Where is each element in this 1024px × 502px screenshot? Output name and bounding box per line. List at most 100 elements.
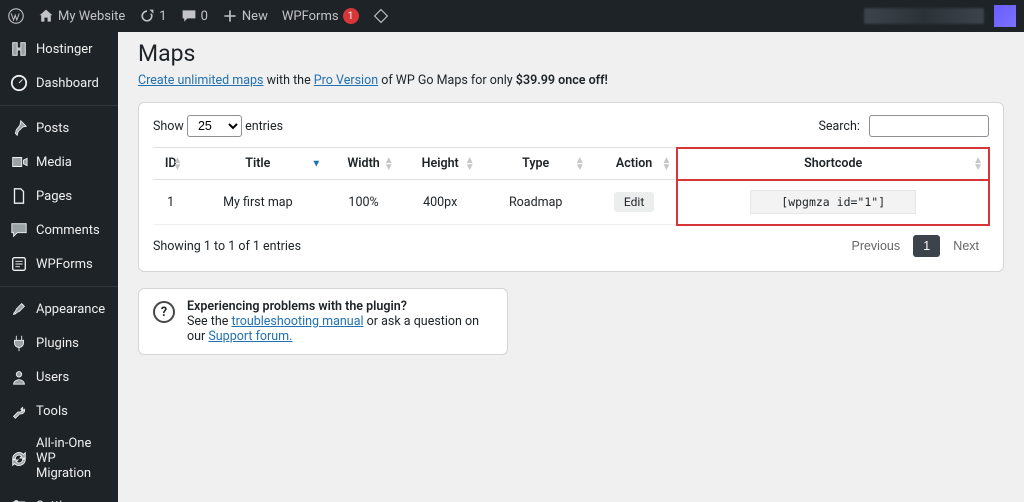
sidebar-item-label: Appearance <box>36 302 105 317</box>
migrate-icon <box>10 450 28 468</box>
search-control: Search: <box>818 115 989 137</box>
col-title[interactable]: Title▼ <box>188 148 327 180</box>
sidebar-item-hostinger[interactable]: Hostinger <box>0 32 118 66</box>
page-title: Maps <box>138 40 1004 67</box>
sliders-icon <box>10 497 28 502</box>
sidebar-item-label: Media <box>36 155 72 170</box>
sidebar-item-label: Users <box>36 370 69 385</box>
sidebar-item-media[interactable]: Media <box>0 145 118 179</box>
entries-per-page-select[interactable]: 102550100 <box>187 115 242 137</box>
col-id[interactable]: ID▲▼ <box>153 148 188 180</box>
comments-menu[interactable]: 0 <box>181 8 208 24</box>
cell-action: Edit <box>591 180 678 225</box>
new-label: New <box>242 9 268 24</box>
col-type[interactable]: Type▲▼ <box>481 148 591 180</box>
sidebar-item-label: Comments <box>36 223 100 238</box>
cell-id: 1 <box>153 180 188 225</box>
pin-icon <box>10 119 28 137</box>
help-support-forum-link[interactable]: Support forum. <box>208 329 292 344</box>
visit-site[interactable]: My Website <box>38 8 125 24</box>
sidebar-item-settings[interactable]: Settings <box>0 489 118 502</box>
question-icon: ? <box>153 301 175 323</box>
cell-title: My first map <box>188 180 327 225</box>
user-icon <box>10 368 28 386</box>
user-display-name <box>864 8 984 24</box>
wpforms-diamond[interactable] <box>373 8 389 24</box>
col-action[interactable]: Action▲▼ <box>591 148 678 180</box>
pager-page-1-button[interactable]: 1 <box>913 235 940 257</box>
comments-count: 0 <box>201 9 208 24</box>
sidebar-item-label: Dashboard <box>36 76 99 91</box>
plus-icon <box>222 8 238 24</box>
search-input[interactable] <box>869 115 989 137</box>
sidebar-item-posts[interactable]: Posts <box>0 111 118 145</box>
updates-count: 1 <box>159 9 166 24</box>
sidebar-item-label: Settings <box>36 499 83 502</box>
plug-icon <box>10 334 28 352</box>
admin-bar: My Website 1 0 New WPForms 1 <box>0 0 1024 32</box>
new-content-menu[interactable]: New <box>222 8 268 24</box>
sidebar-item-label: All-in-One WP Migration <box>36 436 108 481</box>
comment-icon <box>10 221 28 239</box>
sidebar-item-label: Hostinger <box>36 42 93 57</box>
sidebar-item-appearance[interactable]: Appearance <box>0 292 118 326</box>
sidebar-item-pages[interactable]: Pages <box>0 179 118 213</box>
table-info: Showing 1 to 1 of 1 entries <box>153 239 301 254</box>
dashboard-icon <box>10 74 28 92</box>
menu-separator <box>0 105 118 106</box>
wpforms-menu[interactable]: WPForms 1 <box>282 8 359 24</box>
cell-width: 100% <box>327 180 399 225</box>
menu-separator <box>0 286 118 287</box>
sidebar-item-label: Posts <box>36 121 69 136</box>
sidebar-item-dashboard[interactable]: Dashboard <box>0 66 118 100</box>
wrench-icon <box>10 402 28 420</box>
sidebar-item-comments[interactable]: Comments <box>0 213 118 247</box>
update-icon <box>139 8 155 24</box>
help-troubleshooting-link[interactable]: troubleshooting manual <box>231 314 363 329</box>
wpforms-label: WPForms <box>282 9 339 24</box>
sidebar-item-tools[interactable]: Tools <box>0 394 118 428</box>
sidebar-item-wpforms[interactable]: WPForms <box>0 247 118 281</box>
table-header-row: ID▲▼ Title▼ Width▲▼ Height▲▼ Type▲▼ Acti… <box>153 148 989 180</box>
promo-line: Create unlimited maps with the Pro Versi… <box>138 73 1004 88</box>
updates-menu[interactable]: 1 <box>139 8 166 24</box>
wordpress-icon <box>8 8 24 24</box>
edit-button[interactable]: Edit <box>614 192 654 212</box>
admin-sidebar: Hostinger Dashboard Posts Media Pages Comment… <box>0 32 118 502</box>
pager-previous-button[interactable]: Previous <box>841 235 910 257</box>
home-icon <box>38 8 54 24</box>
sidebar-item-label: Tools <box>36 404 68 419</box>
maps-table: ID▲▼ Title▼ Width▲▼ Height▲▼ Type▲▼ Acti… <box>153 147 989 225</box>
sidebar-item-label: Pages <box>36 189 72 204</box>
wpforms-badge: 1 <box>343 8 359 24</box>
col-shortcode[interactable]: Shortcode▲▼ <box>677 148 989 180</box>
pager-next-button[interactable]: Next <box>943 235 989 257</box>
brush-icon <box>10 300 28 318</box>
promo-pro-link[interactable]: Pro Version <box>314 73 378 88</box>
media-icon <box>10 153 28 171</box>
sidebar-item-label: Plugins <box>36 336 79 351</box>
diamond-icon <box>373 8 389 24</box>
cell-shortcode: [wpgmza id="1"] <box>677 180 989 225</box>
comment-icon <box>181 8 197 24</box>
sidebar-item-all-in-one-wp-migration[interactable]: All-in-One WP Migration <box>0 428 118 489</box>
table-row: 1My first map100%400pxRoadmap Edit [wpgmza… <box>153 180 989 225</box>
cell-height: 400px <box>400 180 481 225</box>
site-name: My Website <box>58 9 125 24</box>
cell-type: Roadmap <box>481 180 591 225</box>
hostinger-icon <box>10 40 28 58</box>
avatar <box>994 5 1016 27</box>
form-icon <box>10 255 28 273</box>
col-width[interactable]: Width▲▼ <box>327 148 399 180</box>
wp-logo-menu[interactable] <box>8 8 24 24</box>
col-height[interactable]: Height▲▼ <box>400 148 481 180</box>
sidebar-item-plugins[interactable]: Plugins <box>0 326 118 360</box>
maps-table-card: Show 102550100 entries Search: ID▲▼ Titl… <box>138 102 1004 272</box>
shortcode-value[interactable]: [wpgmza id="1"] <box>750 190 916 214</box>
page-icon <box>10 187 28 205</box>
user-account-menu[interactable] <box>864 5 1016 27</box>
help-card: ? Experiencing problems with the plugin?… <box>138 288 508 355</box>
entries-control: Show 102550100 entries <box>153 115 283 137</box>
sidebar-item-users[interactable]: Users <box>0 360 118 394</box>
promo-create-link[interactable]: Create unlimited maps <box>138 73 263 88</box>
